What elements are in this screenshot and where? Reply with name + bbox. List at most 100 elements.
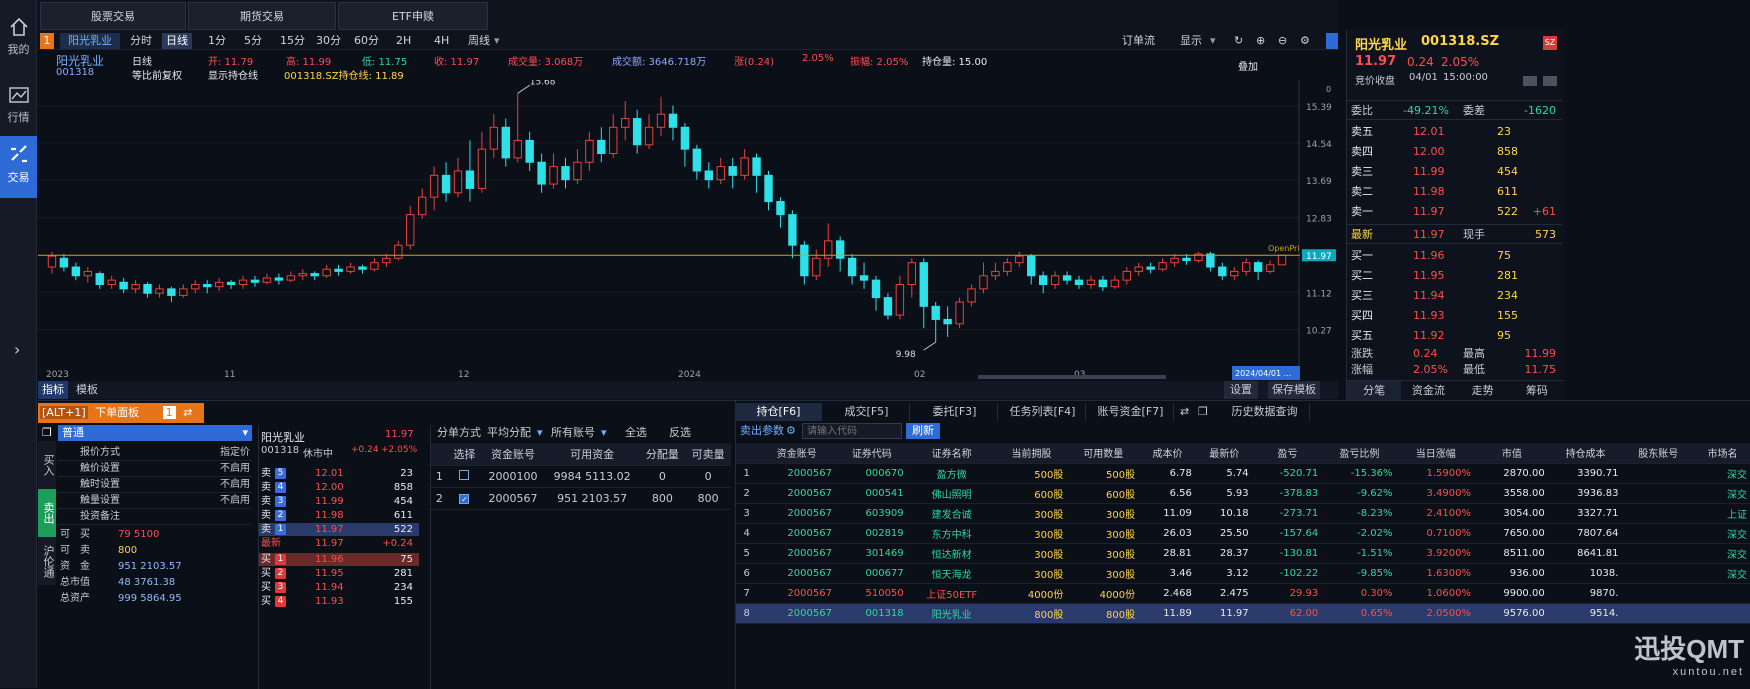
period-4h[interactable]: 4H xyxy=(434,33,449,49)
period-2h[interactable]: 2H xyxy=(396,33,411,49)
link-icon[interactable]: ⇄ xyxy=(183,406,192,419)
holding-row[interactable]: 1 2000567 000670 盈方微 500股 500股 6.78 5.74 -520.71… xyxy=(736,463,1750,484)
bid-row[interactable]: 买一 11.96 75 xyxy=(1347,246,1562,266)
rp-tab-chips[interactable]: 筹码 xyxy=(1510,381,1564,400)
expand-chevron-icon[interactable]: › xyxy=(14,340,20,359)
hold-link-icon[interactable]: ⇄ xyxy=(1180,403,1189,421)
holding-row[interactable]: 7 2000567 510050 上证50ETF 4000份 4000份 2.468 2.47… xyxy=(736,583,1750,604)
period-30m[interactable]: 30分 xyxy=(316,33,341,49)
save-template-button[interactable]: 保存模板 xyxy=(1268,381,1320,399)
order-flow-button[interactable]: 订单流 xyxy=(1122,33,1155,49)
hold-popout-icon[interactable]: ❐ xyxy=(1198,403,1208,421)
period-weekly[interactable]: 周线 xyxy=(468,33,490,49)
sell-param-link[interactable]: 卖出参数 xyxy=(740,423,784,439)
ask-row[interactable]: 卖一 11.97 522 +61 xyxy=(1347,202,1562,222)
rp-tab-ticks[interactable]: 分笔 xyxy=(1347,381,1402,400)
hold-tab[interactable]: 任务列表[F4] xyxy=(1000,403,1086,421)
hold-tab[interactable]: 成交[F5] xyxy=(824,403,910,421)
gear-icon[interactable]: ⚙ xyxy=(786,423,796,439)
ask-quote-row[interactable]: 卖 3 11.99 454 xyxy=(259,495,419,508)
period-daily[interactable]: 日线 xyxy=(162,33,192,49)
hold-tab[interactable]: 持仓[F6] xyxy=(736,403,822,421)
period-tick[interactable]: 分时 xyxy=(130,33,152,49)
split-row[interactable]: 1 2000100 9984 5113.02 0 0 xyxy=(431,465,731,488)
hold-tab[interactable]: 历史数据查询 xyxy=(1220,403,1310,421)
holding-row[interactable]: 8 2000567 001318 阳光乳业 800股 800股 11.89 11.97 62.0… xyxy=(736,603,1750,624)
period-5m[interactable]: 5分 xyxy=(244,33,262,49)
tab-indicator[interactable]: 指标 xyxy=(38,381,68,399)
ask-quote-row[interactable]: 卖 1 11.97 522 xyxy=(259,523,419,536)
tab-etf[interactable]: ETF申赎 xyxy=(338,2,488,30)
bid-row[interactable]: 买四 11.93 155 xyxy=(1347,306,1562,326)
accounts-chevron-icon[interactable]: ▾ xyxy=(601,425,607,441)
holding-row[interactable]: 4 2000567 002819 东方中科 300股 300股 26.03 25.50 -157… xyxy=(736,523,1750,544)
refresh-button[interactable]: 刷新 xyxy=(906,423,940,439)
bid-quote-row[interactable]: 买 4 11.93 155 xyxy=(259,595,419,608)
order-setting-row[interactable]: 投资备注 xyxy=(58,509,252,525)
message-icon[interactable] xyxy=(1523,76,1537,86)
split-accounts[interactable]: 所有账号 xyxy=(551,425,595,441)
period-dropdown-icon[interactable]: ▾ xyxy=(494,33,500,49)
ask-quote-row[interactable]: 卖 5 12.01 23 xyxy=(259,467,419,480)
ask-quote-row[interactable]: 卖 2 11.98 611 xyxy=(259,509,419,522)
panel-toggle-icon[interactable] xyxy=(1326,33,1338,49)
settings-button[interactable]: 设置 xyxy=(1224,381,1258,399)
period-60m[interactable]: 60分 xyxy=(354,33,379,49)
bid-quote-row[interactable]: 买 1 11.96 75 xyxy=(259,553,419,566)
candlestick-chart[interactable]: OpenPri 15.68 9.98 xyxy=(38,80,1300,368)
select-all-button[interactable]: 全选 xyxy=(625,425,647,441)
split-mode-chevron-icon[interactable]: ▾ xyxy=(537,425,543,441)
period-15m[interactable]: 15分 xyxy=(280,33,305,49)
display-menu[interactable]: 显示 xyxy=(1180,33,1202,49)
holding-row[interactable]: 3 2000567 603909 建发合诚 300股 300股 11.09 10.18 -273… xyxy=(736,503,1750,524)
checkbox-icon[interactable] xyxy=(459,469,470,480)
keyboard-icon[interactable] xyxy=(1543,76,1557,86)
nav-trade[interactable]: 交易 xyxy=(0,136,37,198)
popout-icon[interactable]: ❐ xyxy=(42,426,52,439)
nav-mine[interactable]: 我的 xyxy=(0,8,37,70)
overlay-button[interactable]: 叠加 xyxy=(1238,58,1258,73)
bid-row[interactable]: 买五 11.92 95 xyxy=(1347,326,1562,346)
period-1m[interactable]: 1分 xyxy=(208,33,226,49)
invert-button[interactable]: 反选 xyxy=(669,425,691,441)
side-tab-sell[interactable]: 卖出 xyxy=(38,489,56,537)
split-mode[interactable]: 平均分配 xyxy=(487,425,531,441)
split-check-cell[interactable]: ✓ xyxy=(447,487,482,510)
settings-icon[interactable]: ⚙ xyxy=(1300,33,1310,49)
split-row[interactable]: 2 ✓ 2000567 951 2103.57 800 800 xyxy=(431,487,731,510)
zoom-out-icon[interactable]: ⊖ xyxy=(1278,33,1287,49)
side-tab-hkl[interactable]: 沪伦通 xyxy=(38,537,56,585)
rp-tab-trend[interactable]: 走势 xyxy=(1456,381,1510,400)
split-check-cell[interactable] xyxy=(447,465,482,488)
ask-quote-row[interactable]: 卖 4 12.00 858 xyxy=(259,481,419,494)
side-tab-buy[interactable]: 买入 xyxy=(38,441,56,489)
chart-scrollbar[interactable] xyxy=(978,375,1166,379)
bid-row[interactable]: 买二 11.95 281 xyxy=(1347,266,1562,286)
order-setting-row[interactable]: 触量设置 不启用 xyxy=(58,493,252,509)
tab-stock-trade[interactable]: 股票交易 xyxy=(40,2,186,30)
code-search-input[interactable] xyxy=(802,423,902,439)
ask-row[interactable]: 卖三 11.99 454 xyxy=(1347,162,1562,182)
holding-row[interactable]: 6 2000567 000677 恒天海龙 300股 300股 3.46 3.12 -102.2… xyxy=(736,563,1750,584)
bid-quote-row[interactable]: 买 3 11.94 234 xyxy=(259,581,419,594)
nav-market[interactable]: 行情 xyxy=(0,76,37,138)
order-setting-row[interactable]: 触价设置 不启用 xyxy=(58,461,252,477)
ask-row[interactable]: 卖二 11.98 611 xyxy=(1347,182,1562,202)
order-type-select[interactable]: 普通 ▾ xyxy=(58,425,252,441)
display-chevron-down-icon[interactable]: ▾ xyxy=(1210,33,1216,49)
zoom-in-icon[interactable]: ⊕ xyxy=(1256,33,1265,49)
rp-tab-fund[interactable]: 资金流 xyxy=(1401,381,1455,400)
hold-tab[interactable]: 账号资金[F7] xyxy=(1088,403,1174,421)
hold-tab[interactable]: 委托[F3] xyxy=(912,403,998,421)
holding-row[interactable]: 5 2000567 301469 恒达新材 300股 300股 28.81 28.37 -130… xyxy=(736,543,1750,564)
order-setting-row[interactable]: 触时设置 不启用 xyxy=(58,477,252,493)
holding-row[interactable]: 2 2000567 000541 佛山照明 600股 600股 6.56 5.93 -378.8… xyxy=(736,483,1750,504)
ask-row[interactable]: 卖四 12.00 858 xyxy=(1347,142,1562,162)
stock-selector[interactable]: 阳光乳业 xyxy=(60,33,120,49)
refresh-icon[interactable]: ↻ xyxy=(1234,33,1243,49)
tab-template[interactable]: 模板 xyxy=(72,381,102,399)
ask-row[interactable]: 卖五 12.01 23 xyxy=(1347,122,1562,142)
tab-futures-trade[interactable]: 期货交易 xyxy=(188,2,336,30)
bid-row[interactable]: 买三 11.94 234 xyxy=(1347,286,1562,306)
bid-quote-row[interactable]: 买 2 11.95 281 xyxy=(259,567,419,580)
